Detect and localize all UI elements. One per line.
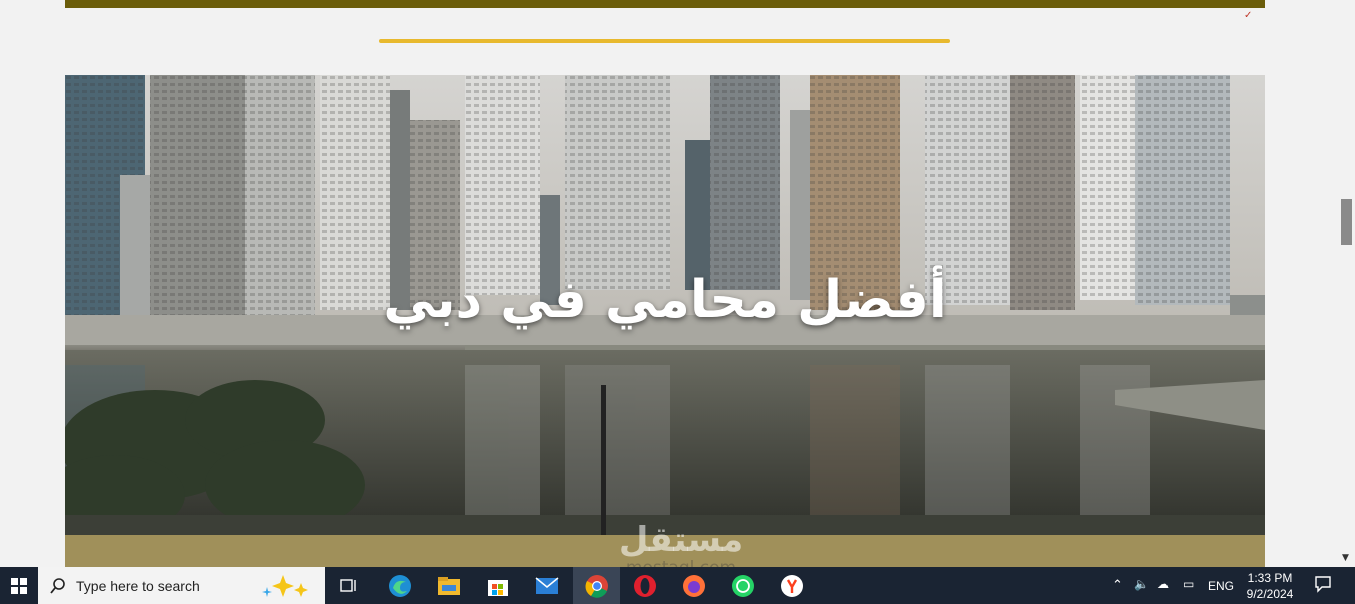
hero-banner: أفضل محامي في دبي [65,75,1265,535]
copilot-sparkle-icon [262,575,308,597]
task-view-icon[interactable] [334,571,364,601]
notifications-icon[interactable] [1314,575,1332,596]
top-bar [65,0,1265,8]
firefox-icon[interactable] [679,571,709,601]
start-button[interactable] [0,567,38,604]
corner-check-icon: ✓ [1244,10,1253,21]
windows-logo-icon [11,577,27,594]
scrollbar-thumb[interactable] [1341,199,1352,245]
chrome-icon[interactable] [582,571,612,601]
title-divider-line [379,39,950,43]
watermark-arabic: مستقل [618,520,744,560]
page-scrollbar[interactable]: ▼ [1338,0,1355,567]
taskbar-search-box[interactable]: Type here to search [38,567,325,604]
taskbar: Type here to search ⌃ 🔈 ☁ ▭ ENG 1:33 PM … [0,567,1355,604]
mail-icon[interactable] [532,571,562,601]
microsoft-store-icon[interactable] [483,571,513,601]
clock-date: 9/2/2024 [1246,587,1294,601]
opera-icon[interactable] [630,571,660,601]
search-icon [50,577,65,594]
hero-title: أفضل محامي في دبي [383,270,947,330]
yandex-browser-icon[interactable] [777,571,807,601]
show-hidden-icons-chevron-icon[interactable]: ⌃ [1112,577,1123,593]
volume-icon[interactable]: 🔈 [1134,577,1149,591]
language-indicator[interactable]: ENG [1208,579,1234,593]
edge-icon[interactable] [385,571,415,601]
whatsapp-icon[interactable] [728,571,758,601]
search-placeholder: Type here to search [76,577,200,594]
clock-time: 1:33 PM [1247,571,1293,585]
network-icon[interactable]: ☁ [1157,577,1169,591]
taskbar-clock[interactable]: 1:33 PM 9/2/2024 [1240,570,1300,602]
file-explorer-icon[interactable] [434,571,464,601]
scroll-down-arrow-icon[interactable]: ▼ [1342,553,1349,563]
display-icon[interactable]: ▭ [1183,577,1194,591]
